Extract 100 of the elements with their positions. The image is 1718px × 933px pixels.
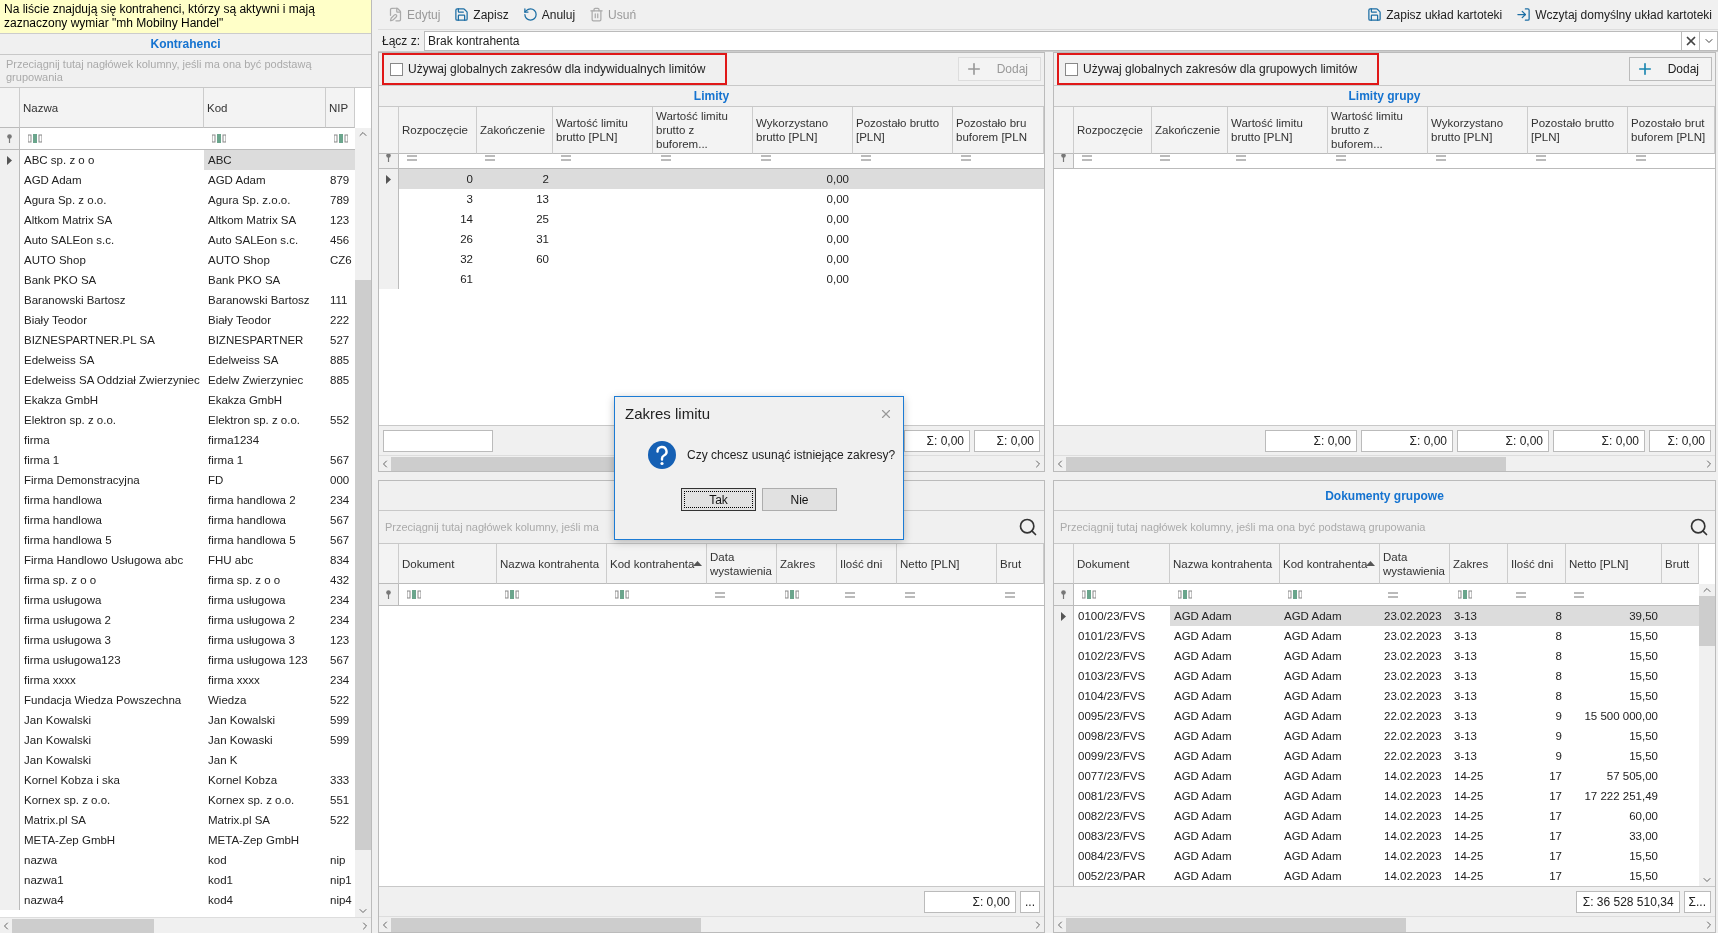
- table-cell-text: CZ6: [329, 253, 353, 268]
- table-cell-text: Matrix.pl SA: [23, 813, 87, 828]
- table-cell-text: Jan Kowalski: [207, 713, 277, 728]
- table-cell-text: 17: [1548, 849, 1563, 864]
- table-cell-text: 14-25: [1453, 849, 1485, 864]
- table-cell-text: 14.02.2023: [1383, 849, 1443, 864]
- table-cell-text: 17 222 251,49: [1583, 789, 1659, 804]
- table-cell-text: Altkom Matrix SA: [207, 213, 298, 228]
- table-cell: 8: [1508, 606, 1566, 626]
- table-cell-text: Edelweiss SA: [23, 353, 96, 368]
- table-cell-text: 0,00: [825, 252, 850, 267]
- table-cell-text: firma usługowa123: [23, 653, 122, 668]
- table-cell-text: firma handlowa: [23, 513, 103, 528]
- table-cell-text: 234: [329, 613, 351, 628]
- table-cell-text: Edelweiss SA: [207, 353, 280, 368]
- table-cell-text: firma 1: [23, 453, 61, 468]
- table-cell-text: AGD Adam: [1283, 709, 1343, 724]
- table-cell-text: 14.02.2023: [1383, 769, 1443, 784]
- table-cell-text: 15 500 000,00: [1583, 709, 1659, 724]
- table-cell-text: 8: [1554, 649, 1563, 664]
- table-cell-text: 15,50: [1628, 729, 1659, 744]
- table-cell-text: 0103/23/FVS: [1077, 669, 1147, 684]
- table-cell-text: AGD Adam: [1283, 789, 1343, 804]
- table-cell-text: 522: [329, 693, 351, 708]
- table-cell-text: firma usługowa: [23, 593, 103, 608]
- table-cell-text: Altkom Matrix SA: [23, 213, 114, 228]
- table-cell-text: firma1234: [207, 433, 261, 448]
- sum-field: Σ: 0,00: [1361, 429, 1453, 452]
- table-cell-text: 15,50: [1628, 749, 1659, 764]
- table-cell-text: firma usługowa 3: [207, 633, 296, 648]
- table-cell-text: 234: [329, 593, 351, 608]
- table-cell-text: 14: [459, 212, 474, 227]
- table-cell-text: 885: [329, 353, 351, 368]
- table-cell-text: 23.02.2023: [1383, 649, 1443, 664]
- table-cell-text: AGD Adam: [1283, 729, 1343, 744]
- table-cell-text: 8: [1554, 629, 1563, 644]
- table-cell-text: AUTO Shop: [23, 253, 87, 268]
- table-cell-text: firma sp. z o o: [23, 573, 98, 588]
- table-cell-text: firma 1: [207, 453, 245, 468]
- table-cell-text: 885: [329, 373, 351, 388]
- table-cell-text: 14-25: [1453, 869, 1485, 884]
- table-cell-text: 14-25: [1453, 789, 1485, 804]
- table-cell: ABC: [204, 150, 326, 170]
- table-cell-text: firma handlowa: [23, 493, 103, 508]
- table-cell-text: AGD Adam: [1173, 669, 1233, 684]
- table-cell-text: 8: [1554, 689, 1563, 704]
- table-cell-text: 551: [329, 793, 351, 808]
- table-cell-text: 0077/23/FVS: [1077, 769, 1147, 784]
- table-cell-text: firma usługowa: [207, 593, 287, 608]
- table-cell-text: 879: [329, 173, 351, 188]
- table-cell-text: 33,00: [1628, 829, 1659, 844]
- table-cell-text: 234: [329, 493, 351, 508]
- table-cell-text: Baranowski Bartosz: [23, 293, 127, 308]
- table-cell-text: firma usługowa 3: [23, 633, 112, 648]
- table-cell-text: 0099/23/FVS: [1077, 749, 1147, 764]
- table-cell-text: firma sp. z o o: [207, 573, 282, 588]
- table-cell-text: 0102/23/FVS: [1077, 649, 1147, 664]
- table-cell-text: 57 505,00: [1605, 769, 1659, 784]
- sum-field: Σ: 0,00: [904, 429, 970, 452]
- table-cell-text: AGD Adam: [1173, 709, 1233, 724]
- sum-field: Σ: 0,00: [974, 429, 1040, 452]
- table-cell-text: Fundacja Wiedza Powszechna: [23, 693, 183, 708]
- table-cell-text: 14.02.2023: [1383, 789, 1443, 804]
- table-cell-text: firma handlowa 5: [23, 533, 113, 548]
- sum-field: Σ: 0,00: [1553, 429, 1645, 452]
- table-cell-text: AUTO Shop: [207, 253, 271, 268]
- table-cell-text: nip: [329, 853, 347, 868]
- table-cell: 0,00: [753, 169, 853, 189]
- table-cell-text: kod: [207, 853, 228, 868]
- table-cell-text: Agura Sp. z.o.o.: [207, 193, 292, 208]
- table-cell-text: Auto SALEon s.c.: [207, 233, 300, 248]
- table-cell-text: AGD Adam: [1283, 829, 1343, 844]
- table-cell-text: 60: [535, 252, 550, 267]
- table-cell-text: Jan Kowalski: [23, 713, 93, 728]
- table-cell-text: BIZNESPARTNER: [207, 333, 305, 348]
- table-cell: AGD Adam: [1280, 606, 1380, 626]
- table-cell-text: firma xxxx: [23, 673, 77, 688]
- table-cell-text: 60,00: [1628, 809, 1659, 824]
- table-cell-text: AGD Adam: [1173, 769, 1233, 784]
- table-cell-text: Jan Kowaski: [207, 733, 274, 748]
- table-cell-text: 0,00: [825, 232, 850, 247]
- table-cell-text: AGD Adam: [1173, 869, 1233, 884]
- table-cell-text: AGD Adam: [1283, 769, 1343, 784]
- table-cell-text: Matrix.pl SA: [207, 813, 271, 828]
- table-cell-text: Elektron sp. z o.o.: [23, 413, 118, 428]
- table-cell-text: 9: [1554, 709, 1563, 724]
- table-cell-text: 23.02.2023: [1383, 629, 1443, 644]
- table-cell-text: 567: [329, 533, 351, 548]
- table-cell-text: AGD Adam: [1173, 849, 1233, 864]
- table-cell-text: AGD Adam: [1283, 809, 1343, 824]
- table-cell-text: 0,00: [825, 272, 850, 287]
- table-cell-text: BIZNESPARTNER.PL SA: [23, 333, 156, 348]
- table-cell-text: 599: [329, 733, 351, 748]
- table-cell-text: 31: [535, 232, 550, 247]
- table-cell-text: 3-13: [1453, 689, 1479, 704]
- table-cell-text: Ekakza GmbH: [207, 393, 284, 408]
- table-cell-text: 9: [1554, 729, 1563, 744]
- table-cell-text: 17: [1548, 829, 1563, 844]
- table-cell-text: 432: [329, 573, 351, 588]
- table-cell-text: 14.02.2023: [1383, 829, 1443, 844]
